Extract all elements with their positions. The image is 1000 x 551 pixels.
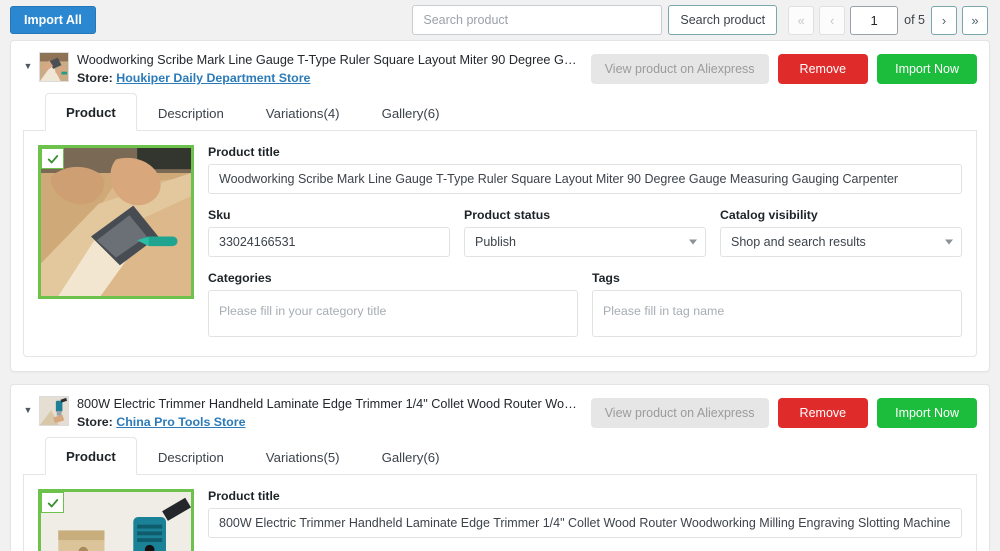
import-now-button[interactable]: Import Now xyxy=(877,398,977,429)
checkmark-icon xyxy=(47,498,58,508)
product-header-actions: View product on Aliexpress Remove Import… xyxy=(590,51,977,84)
categories-group: Categories xyxy=(208,271,578,340)
tab-description[interactable]: Description xyxy=(137,438,245,475)
product-card-header: ▼ 800W Electric Trimmer Handheld Laminat… xyxy=(11,385,989,437)
tags-label: Tags xyxy=(592,271,620,286)
product-tab-panel: Product title Sku Product status xyxy=(23,475,977,551)
categories-label: Categories xyxy=(208,271,272,286)
tab-product[interactable]: Product xyxy=(45,93,137,132)
store-prefix-label: Store: xyxy=(77,415,113,430)
product-title-input[interactable] xyxy=(208,164,962,195)
product-title-label: Product title xyxy=(208,145,280,160)
product-card: ▼ 800W Electric Trimmer Handheld Laminat… xyxy=(10,384,990,551)
product-header-store: Store: China Pro Tools Store xyxy=(77,415,579,429)
toolbar-right-group: Search product « ‹ of 5 › » xyxy=(412,5,988,35)
categories-input[interactable] xyxy=(208,290,578,338)
sku-input[interactable] xyxy=(208,227,450,258)
store-link[interactable]: Houkiper Daily Department Store xyxy=(116,71,310,85)
store-link[interactable]: China Pro Tools Store xyxy=(116,415,245,429)
top-toolbar: Import All Search product « ‹ of 5 › » xyxy=(0,0,1000,40)
pagination-first-button[interactable]: « xyxy=(788,5,815,35)
product-status-select[interactable]: Publish xyxy=(464,227,706,258)
view-product-on-aliexpress-button[interactable]: View product on Aliexpress xyxy=(590,398,769,429)
product-image-art-1 xyxy=(41,148,191,297)
tags-group: Tags xyxy=(592,271,962,340)
product-status-label: Product status xyxy=(464,208,551,223)
product-header-actions: View product on Aliexpress Remove Import… xyxy=(590,395,977,429)
chevron-down-icon[interactable]: ▼ xyxy=(19,395,37,415)
chevron-down-icon[interactable]: ▼ xyxy=(19,51,37,71)
thumbnail-art-2 xyxy=(40,397,68,426)
pagination-next-button[interactable]: › xyxy=(931,5,957,35)
product-status-select-wrap: Publish xyxy=(464,227,706,258)
tab-variations[interactable]: Variations(5) xyxy=(245,438,361,475)
tab-variations[interactable]: Variations(4) xyxy=(245,94,361,131)
pagination-prev-button[interactable]: ‹ xyxy=(819,5,846,35)
product-image-checkbox[interactable] xyxy=(41,492,64,514)
search-product-button[interactable]: Search product xyxy=(668,5,778,35)
pagination-last-button[interactable]: » xyxy=(962,5,988,35)
product-fields: Product title Sku Product status Publish xyxy=(208,145,962,340)
pagination-page-input[interactable] xyxy=(850,5,899,35)
tab-product[interactable]: Product xyxy=(45,437,137,476)
product-image[interactable] xyxy=(38,489,194,551)
import-all-button[interactable]: Import All xyxy=(10,5,96,35)
product-status-group: Product status Publish xyxy=(464,208,706,258)
remove-button[interactable]: Remove xyxy=(777,54,869,84)
product-card-header: ▼ Woodworking Scribe Mark Line Gauge T-T… xyxy=(11,41,989,93)
product-card: ▼ Woodworking Scribe Mark Line Gauge T-T… xyxy=(10,40,990,373)
product-taxonomy-row: Categories Tags xyxy=(208,271,962,340)
catalog-visibility-label: Catalog visibility xyxy=(720,208,818,223)
product-tabs: Product Description Variations(4) Galler… xyxy=(23,93,977,132)
product-header-store: Store: Houkiper Daily Department Store xyxy=(77,71,579,85)
product-meta-row: Sku Product status Publish Catalog visib… xyxy=(208,208,962,258)
product-image[interactable] xyxy=(38,145,194,300)
product-header-title: 800W Electric Trimmer Handheld Laminate … xyxy=(77,397,579,412)
pagination: « ‹ of 5 › » xyxy=(788,5,988,35)
tab-gallery[interactable]: Gallery(6) xyxy=(361,94,461,131)
tab-description[interactable]: Description xyxy=(137,94,245,131)
product-header-meta: 800W Electric Trimmer Handheld Laminate … xyxy=(77,395,579,429)
catalog-visibility-select-wrap: Shop and search results xyxy=(720,227,962,258)
view-product-on-aliexpress-button[interactable]: View product on Aliexpress xyxy=(590,54,769,84)
pagination-total-label: of 5 xyxy=(904,13,925,27)
tags-input[interactable] xyxy=(592,290,962,338)
thumbnail-art-1 xyxy=(40,53,68,81)
search-input[interactable] xyxy=(412,5,663,35)
sku-group: Sku xyxy=(208,208,450,258)
import-now-button[interactable]: Import Now xyxy=(877,54,977,84)
catalog-visibility-group: Catalog visibility Shop and search resul… xyxy=(720,208,962,258)
product-tabs: Product Description Variations(5) Galler… xyxy=(23,437,977,476)
checkmark-icon xyxy=(47,154,58,163)
product-image-checkbox[interactable] xyxy=(41,148,64,170)
product-title-label: Product title xyxy=(208,489,280,504)
product-header-title: Woodworking Scribe Mark Line Gauge T-Typ… xyxy=(77,53,579,67)
catalog-visibility-select[interactable]: Shop and search results xyxy=(720,227,962,258)
product-header-meta: Woodworking Scribe Mark Line Gauge T-Typ… xyxy=(77,51,579,85)
store-prefix-label: Store: xyxy=(77,71,113,86)
product-header-thumbnail xyxy=(39,52,69,82)
tab-gallery[interactable]: Gallery(6) xyxy=(361,438,461,475)
product-title-input[interactable] xyxy=(208,508,962,539)
sku-label: Sku xyxy=(208,208,231,223)
product-tab-panel: Product title Sku Product status Publish xyxy=(23,131,977,358)
product-fields: Product title Sku Product status xyxy=(208,489,962,551)
app-root: Import All Search product « ‹ of 5 › » ▼ xyxy=(0,0,1000,551)
remove-button[interactable]: Remove xyxy=(777,398,869,429)
product-header-thumbnail xyxy=(39,396,69,427)
